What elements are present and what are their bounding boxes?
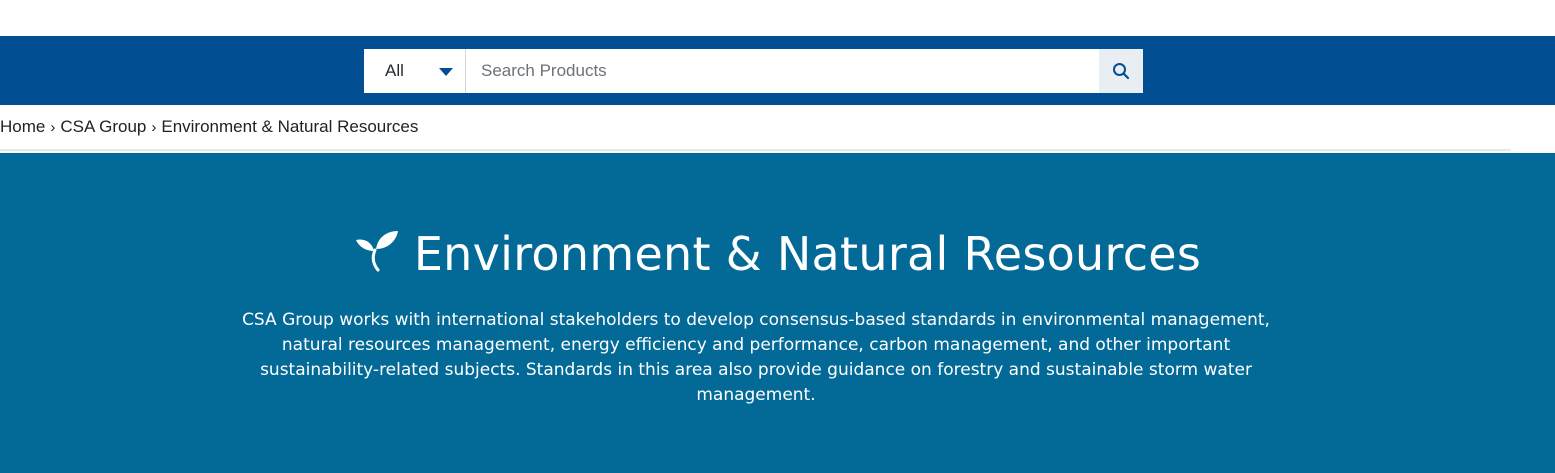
sprout-icon [354,227,400,284]
search-bar: All [0,36,1555,105]
caret-down-icon [439,68,453,76]
category-description: CSA Group works with international stake… [242,310,1270,405]
page-title: Environment & Natural Resources [0,223,1555,284]
search-button[interactable] [1099,49,1143,93]
search-box: All [364,49,1143,93]
category-selected-label: All [385,61,404,80]
search-icon [1113,63,1130,80]
breadcrumb-csa-group[interactable]: CSA Group [60,117,146,137]
search-input[interactable] [466,49,1099,93]
chevron-right-icon: › [151,118,157,136]
category-hero: Environment & Natural Resources CSA Grou… [0,153,1555,473]
breadcrumb: Home › CSA Group › Environment & Natural… [0,105,1511,151]
top-header [0,0,1555,36]
breadcrumb-current: Environment & Natural Resources [161,117,419,136]
chevron-right-icon: › [50,118,56,136]
page-title-text: Environment & Natural Resources [413,226,1202,281]
category-dropdown[interactable]: All [364,49,466,93]
breadcrumb-home[interactable]: Home [0,117,45,137]
